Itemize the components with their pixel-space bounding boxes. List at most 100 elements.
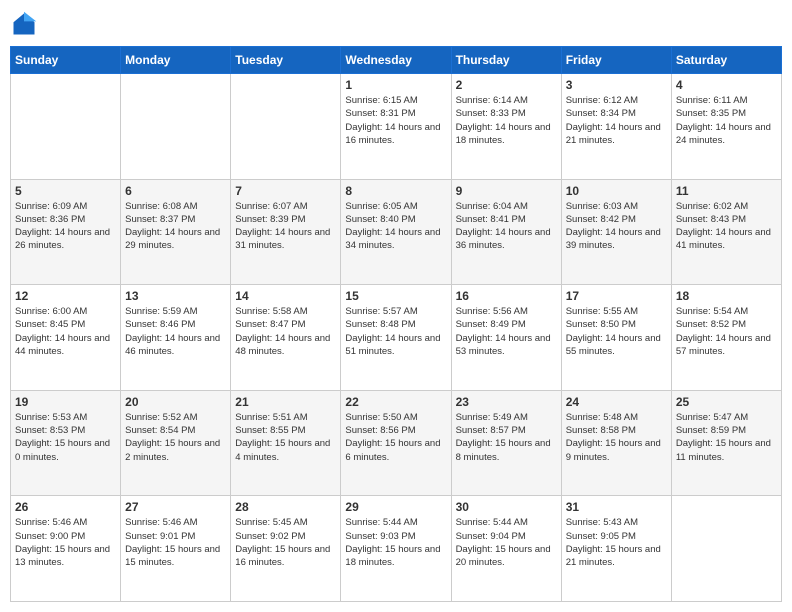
weekday-header-wednesday: Wednesday bbox=[341, 47, 451, 74]
sunrise: Sunrise: 6:12 AM bbox=[566, 95, 638, 106]
daylight: Daylight: 14 hours and 48 minutes. bbox=[235, 333, 330, 357]
day-info: Sunrise: 5:46 AM Sunset: 9:00 PM Dayligh… bbox=[15, 516, 116, 569]
calendar-week-2: 5 Sunrise: 6:09 AM Sunset: 8:36 PM Dayli… bbox=[11, 179, 782, 285]
day-info: Sunrise: 6:15 AM Sunset: 8:31 PM Dayligh… bbox=[345, 94, 446, 147]
day-info: Sunrise: 5:49 AM Sunset: 8:57 PM Dayligh… bbox=[456, 411, 557, 464]
sunrise: Sunrise: 5:56 AM bbox=[456, 306, 528, 317]
day-number: 16 bbox=[456, 289, 557, 303]
daylight: Daylight: 14 hours and 55 minutes. bbox=[566, 333, 661, 357]
day-info: Sunrise: 5:52 AM Sunset: 8:54 PM Dayligh… bbox=[125, 411, 226, 464]
calendar-cell: 22 Sunrise: 5:50 AM Sunset: 8:56 PM Dayl… bbox=[341, 390, 451, 496]
header bbox=[10, 10, 782, 38]
calendar-table: SundayMondayTuesdayWednesdayThursdayFrid… bbox=[10, 46, 782, 602]
sunset: Sunset: 8:45 PM bbox=[15, 319, 85, 330]
day-info: Sunrise: 5:47 AM Sunset: 8:59 PM Dayligh… bbox=[676, 411, 777, 464]
sunset: Sunset: 9:01 PM bbox=[125, 531, 195, 542]
day-info: Sunrise: 6:08 AM Sunset: 8:37 PM Dayligh… bbox=[125, 200, 226, 253]
sunset: Sunset: 8:53 PM bbox=[15, 425, 85, 436]
day-number: 4 bbox=[676, 78, 777, 92]
sunset: Sunset: 8:49 PM bbox=[456, 319, 526, 330]
day-info: Sunrise: 6:12 AM Sunset: 8:34 PM Dayligh… bbox=[566, 94, 667, 147]
daylight: Daylight: 14 hours and 24 minutes. bbox=[676, 122, 771, 146]
day-number: 2 bbox=[456, 78, 557, 92]
day-number: 17 bbox=[566, 289, 667, 303]
daylight: Daylight: 14 hours and 16 minutes. bbox=[345, 122, 440, 146]
sunset: Sunset: 8:39 PM bbox=[235, 214, 305, 225]
weekday-header-sunday: Sunday bbox=[11, 47, 121, 74]
daylight: Daylight: 15 hours and 21 minutes. bbox=[566, 544, 661, 568]
calendar-cell: 18 Sunrise: 5:54 AM Sunset: 8:52 PM Dayl… bbox=[671, 285, 781, 391]
daylight: Daylight: 15 hours and 6 minutes. bbox=[345, 438, 440, 462]
sunset: Sunset: 8:55 PM bbox=[235, 425, 305, 436]
sunrise: Sunrise: 6:15 AM bbox=[345, 95, 417, 106]
sunset: Sunset: 9:04 PM bbox=[456, 531, 526, 542]
day-number: 20 bbox=[125, 395, 226, 409]
logo bbox=[10, 10, 42, 38]
daylight: Daylight: 14 hours and 29 minutes. bbox=[125, 227, 220, 251]
day-info: Sunrise: 5:53 AM Sunset: 8:53 PM Dayligh… bbox=[15, 411, 116, 464]
day-info: Sunrise: 5:58 AM Sunset: 8:47 PM Dayligh… bbox=[235, 305, 336, 358]
sunrise: Sunrise: 5:43 AM bbox=[566, 517, 638, 528]
day-info: Sunrise: 6:14 AM Sunset: 8:33 PM Dayligh… bbox=[456, 94, 557, 147]
day-number: 8 bbox=[345, 184, 446, 198]
daylight: Daylight: 15 hours and 0 minutes. bbox=[15, 438, 110, 462]
calendar-cell: 31 Sunrise: 5:43 AM Sunset: 9:05 PM Dayl… bbox=[561, 496, 671, 602]
day-number: 13 bbox=[125, 289, 226, 303]
calendar-cell: 13 Sunrise: 5:59 AM Sunset: 8:46 PM Dayl… bbox=[121, 285, 231, 391]
day-number: 24 bbox=[566, 395, 667, 409]
calendar-cell: 7 Sunrise: 6:07 AM Sunset: 8:39 PM Dayli… bbox=[231, 179, 341, 285]
day-info: Sunrise: 5:55 AM Sunset: 8:50 PM Dayligh… bbox=[566, 305, 667, 358]
daylight: Daylight: 14 hours and 41 minutes. bbox=[676, 227, 771, 251]
day-number: 22 bbox=[345, 395, 446, 409]
daylight: Daylight: 14 hours and 26 minutes. bbox=[15, 227, 110, 251]
day-info: Sunrise: 6:03 AM Sunset: 8:42 PM Dayligh… bbox=[566, 200, 667, 253]
sunset: Sunset: 8:35 PM bbox=[676, 108, 746, 119]
sunrise: Sunrise: 6:05 AM bbox=[345, 201, 417, 212]
calendar-cell: 6 Sunrise: 6:08 AM Sunset: 8:37 PM Dayli… bbox=[121, 179, 231, 285]
day-info: Sunrise: 6:11 AM Sunset: 8:35 PM Dayligh… bbox=[676, 94, 777, 147]
daylight: Daylight: 15 hours and 4 minutes. bbox=[235, 438, 330, 462]
page: SundayMondayTuesdayWednesdayThursdayFrid… bbox=[0, 0, 792, 612]
sunrise: Sunrise: 6:04 AM bbox=[456, 201, 528, 212]
logo-icon bbox=[10, 10, 38, 38]
day-info: Sunrise: 6:02 AM Sunset: 8:43 PM Dayligh… bbox=[676, 200, 777, 253]
day-info: Sunrise: 5:46 AM Sunset: 9:01 PM Dayligh… bbox=[125, 516, 226, 569]
sunset: Sunset: 8:48 PM bbox=[345, 319, 415, 330]
day-info: Sunrise: 6:07 AM Sunset: 8:39 PM Dayligh… bbox=[235, 200, 336, 253]
day-number: 31 bbox=[566, 500, 667, 514]
daylight: Daylight: 15 hours and 15 minutes. bbox=[125, 544, 220, 568]
sunset: Sunset: 8:31 PM bbox=[345, 108, 415, 119]
day-number: 5 bbox=[15, 184, 116, 198]
sunrise: Sunrise: 6:08 AM bbox=[125, 201, 197, 212]
sunset: Sunset: 9:03 PM bbox=[345, 531, 415, 542]
day-number: 25 bbox=[676, 395, 777, 409]
calendar-cell: 17 Sunrise: 5:55 AM Sunset: 8:50 PM Dayl… bbox=[561, 285, 671, 391]
sunset: Sunset: 8:42 PM bbox=[566, 214, 636, 225]
calendar-cell: 28 Sunrise: 5:45 AM Sunset: 9:02 PM Dayl… bbox=[231, 496, 341, 602]
daylight: Daylight: 14 hours and 34 minutes. bbox=[345, 227, 440, 251]
sunrise: Sunrise: 5:55 AM bbox=[566, 306, 638, 317]
sunset: Sunset: 8:59 PM bbox=[676, 425, 746, 436]
sunrise: Sunrise: 5:50 AM bbox=[345, 412, 417, 423]
sunrise: Sunrise: 6:03 AM bbox=[566, 201, 638, 212]
calendar-cell: 3 Sunrise: 6:12 AM Sunset: 8:34 PM Dayli… bbox=[561, 74, 671, 180]
calendar-cell: 10 Sunrise: 6:03 AM Sunset: 8:42 PM Dayl… bbox=[561, 179, 671, 285]
calendar-cell bbox=[121, 74, 231, 180]
calendar-cell: 16 Sunrise: 5:56 AM Sunset: 8:49 PM Dayl… bbox=[451, 285, 561, 391]
sunset: Sunset: 9:02 PM bbox=[235, 531, 305, 542]
daylight: Daylight: 14 hours and 51 minutes. bbox=[345, 333, 440, 357]
daylight: Daylight: 14 hours and 57 minutes. bbox=[676, 333, 771, 357]
sunrise: Sunrise: 5:57 AM bbox=[345, 306, 417, 317]
calendar-cell: 27 Sunrise: 5:46 AM Sunset: 9:01 PM Dayl… bbox=[121, 496, 231, 602]
calendar-cell: 11 Sunrise: 6:02 AM Sunset: 8:43 PM Dayl… bbox=[671, 179, 781, 285]
sunset: Sunset: 8:50 PM bbox=[566, 319, 636, 330]
sunrise: Sunrise: 5:48 AM bbox=[566, 412, 638, 423]
sunrise: Sunrise: 6:09 AM bbox=[15, 201, 87, 212]
day-number: 28 bbox=[235, 500, 336, 514]
day-info: Sunrise: 5:57 AM Sunset: 8:48 PM Dayligh… bbox=[345, 305, 446, 358]
day-number: 18 bbox=[676, 289, 777, 303]
day-number: 19 bbox=[15, 395, 116, 409]
calendar-cell: 24 Sunrise: 5:48 AM Sunset: 8:58 PM Dayl… bbox=[561, 390, 671, 496]
calendar-cell: 12 Sunrise: 6:00 AM Sunset: 8:45 PM Dayl… bbox=[11, 285, 121, 391]
daylight: Daylight: 14 hours and 18 minutes. bbox=[456, 122, 551, 146]
